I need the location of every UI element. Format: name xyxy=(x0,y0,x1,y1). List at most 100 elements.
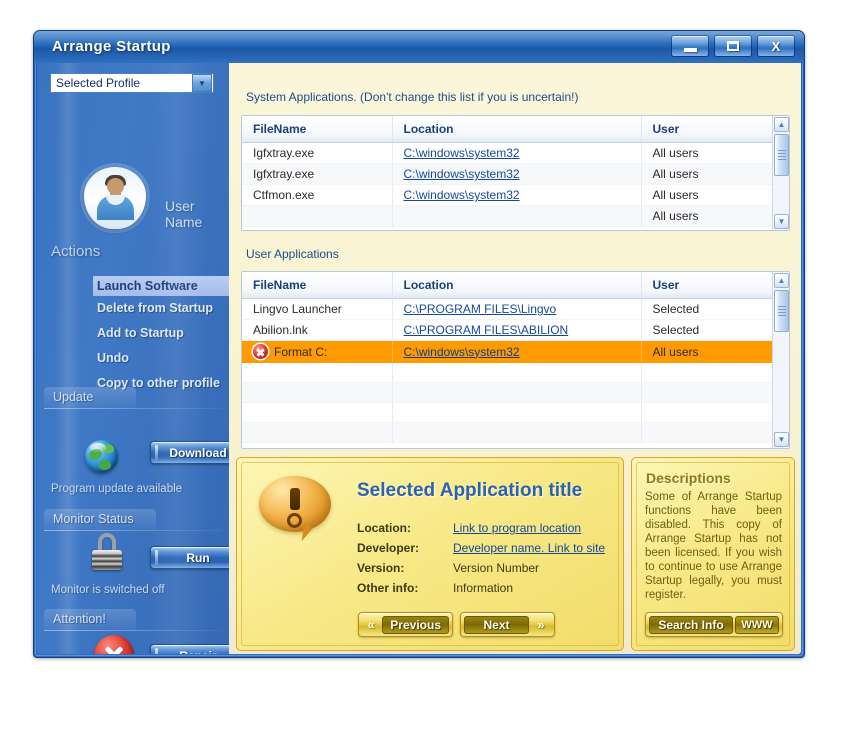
cell-filename: Igfxtray.exe xyxy=(242,164,392,185)
descriptions-title: Descriptions xyxy=(646,470,731,486)
attention-divider xyxy=(44,630,222,631)
scroll-up-icon[interactable]: ▲ xyxy=(774,117,789,132)
table-row[interactable]: All users xyxy=(242,206,789,227)
sidebar-item-delete-from-startup[interactable]: Delete from Startup xyxy=(97,301,213,315)
sidebar: Selected Profile ▼ User Name Actions Lau… xyxy=(37,63,229,654)
cell-user xyxy=(641,363,789,383)
cell-location xyxy=(392,423,641,443)
repair-button-label: Repair xyxy=(179,649,216,655)
table-row[interactable] xyxy=(242,383,789,403)
detail-title: Selected Application title xyxy=(357,480,582,502)
column-header-user[interactable]: User xyxy=(641,116,789,143)
cell-location xyxy=(392,383,641,403)
table-row[interactable]: Igfxtray.exe C:\windows\system32 All use… xyxy=(242,143,789,164)
column-header-user[interactable]: User xyxy=(641,272,789,299)
cell-location xyxy=(392,403,641,423)
sidebar-item-add-to-startup[interactable]: Add to Startup xyxy=(97,326,184,340)
red-x-icon xyxy=(253,344,268,359)
detail-key-version: Version: xyxy=(357,561,404,575)
location-link[interactable]: C:\windows\system32 xyxy=(404,345,520,359)
user-table-scrollbar[interactable]: ▲ ▼ xyxy=(772,272,789,448)
location-link[interactable]: C:\windows\system32 xyxy=(404,167,520,181)
scroll-up-icon[interactable]: ▲ xyxy=(774,273,789,288)
actions-header: Actions xyxy=(51,243,100,260)
monitor-note: Monitor is switched off xyxy=(51,584,221,597)
cell-filename: Lingvo Launcher xyxy=(242,299,392,320)
scrollbar-grip xyxy=(778,306,786,316)
table-row[interactable] xyxy=(242,423,789,443)
previous-button-label: Previous xyxy=(382,616,449,634)
cell-user: All users xyxy=(641,341,789,363)
main-panel: System Applications. (Don't change this … xyxy=(229,63,801,654)
system-table-scrollbar[interactable]: ▲ ▼ xyxy=(772,116,789,230)
cell-filename xyxy=(242,383,392,403)
cell-user xyxy=(641,383,789,403)
cell-location xyxy=(392,363,641,383)
previous-button[interactable]: « Previous xyxy=(358,612,453,637)
update-header: Update xyxy=(44,387,104,407)
close-button[interactable]: X xyxy=(757,35,795,57)
monitor-header: Monitor Status xyxy=(44,509,145,529)
table-row-selected[interactable]: Format C: C:\windows\system32 All users xyxy=(242,341,789,363)
title-bar[interactable]: Arrange Startup X xyxy=(34,31,804,63)
search-info-button[interactable]: Search Info WWW xyxy=(645,612,783,637)
profile-select[interactable]: Selected Profile ▼ xyxy=(50,73,214,93)
cell-filename: Abilion.lnk xyxy=(242,320,392,341)
maximize-button[interactable] xyxy=(714,35,752,57)
detail-key-developer: Developer: xyxy=(357,541,419,555)
column-header-filename[interactable]: FileName xyxy=(242,272,392,299)
detail-value-location-link[interactable]: Link to program location xyxy=(453,521,581,535)
table-row[interactable]: Ctfmon.exe C:\windows\system32 All users xyxy=(242,185,789,206)
run-button[interactable]: Run xyxy=(150,546,229,569)
attention-header: Attention! xyxy=(44,609,117,629)
scrollbar-grip xyxy=(778,150,786,160)
scrollbar-thumb[interactable] xyxy=(774,134,789,176)
sidebar-item-label: Delete from Startup xyxy=(97,301,213,315)
scroll-down-icon[interactable]: ▼ xyxy=(774,432,789,447)
globe-icon xyxy=(85,440,118,473)
window-controls: X xyxy=(671,35,795,57)
detail-value-other-info: Information xyxy=(453,581,513,595)
download-button[interactable]: Download xyxy=(150,441,229,464)
padlock-icon xyxy=(89,533,125,571)
repair-button[interactable]: Repair xyxy=(150,644,229,654)
update-divider xyxy=(44,408,222,409)
location-link[interactable]: C:\PROGRAM FILES\ABILION xyxy=(404,323,569,337)
table-row[interactable] xyxy=(242,403,789,423)
next-button[interactable]: Next » xyxy=(460,612,555,637)
selected-application-panel: Selected Application title Location: Lin… xyxy=(236,457,624,651)
scrollbar-thumb[interactable] xyxy=(774,290,789,332)
minimize-button[interactable] xyxy=(671,35,709,57)
table-row[interactable]: Abilion.lnk C:\PROGRAM FILES\ABILION Sel… xyxy=(242,320,789,341)
location-link[interactable]: C:\PROGRAM FILES\Lingvo xyxy=(404,302,557,316)
double-chevron-right-icon: » xyxy=(531,617,551,632)
location-link[interactable]: C:\windows\system32 xyxy=(404,188,520,202)
run-button-label: Run xyxy=(186,551,209,565)
table-row[interactable]: Igfxtray.exe C:\windows\system32 All use… xyxy=(242,164,789,185)
cell-user: Selected xyxy=(641,320,789,341)
detail-value-version: Version Number xyxy=(453,561,539,575)
sidebar-item-undo[interactable]: Undo xyxy=(97,351,129,365)
column-header-location[interactable]: Location xyxy=(392,272,641,299)
cell-filename xyxy=(242,403,392,423)
cell-filename xyxy=(242,423,392,443)
location-link[interactable]: C:\windows\system32 xyxy=(404,146,520,160)
chevron-down-icon[interactable]: ▼ xyxy=(192,74,212,92)
cell-user: All users xyxy=(641,185,789,206)
scroll-down-icon[interactable]: ▼ xyxy=(774,214,789,229)
sidebar-item-launch-software[interactable]: Launch Software xyxy=(93,276,229,296)
column-header-location[interactable]: Location xyxy=(392,116,641,143)
double-chevron-left-icon: « xyxy=(362,617,380,632)
table-row[interactable] xyxy=(242,363,789,383)
next-button-label: Next xyxy=(464,616,529,634)
column-header-filename[interactable]: FileName xyxy=(242,116,392,143)
sidebar-item-label: Add to Startup xyxy=(97,326,184,340)
cell-filename: Format C: xyxy=(274,345,327,359)
cell-user: All users xyxy=(641,164,789,185)
sidebar-item-label: Undo xyxy=(97,351,129,365)
table-row[interactable]: Lingvo Launcher C:\PROGRAM FILES\Lingvo … xyxy=(242,299,789,320)
table-header-row: FileName Location User xyxy=(242,272,789,299)
detail-value-developer-link[interactable]: Developer name. Link to site xyxy=(453,541,605,555)
user-applications-label: User Applications xyxy=(246,247,339,261)
cell-user: All users xyxy=(641,206,789,227)
